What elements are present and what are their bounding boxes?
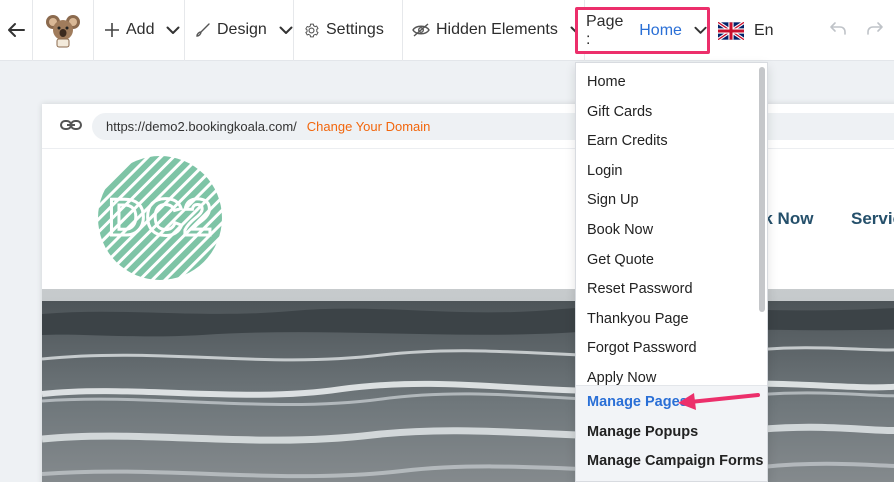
add-label: Add [126, 21, 155, 38]
nav-services[interactable]: Servic [851, 209, 894, 229]
language-selector[interactable]: En [718, 0, 774, 61]
page-option-gift-cards[interactable]: Gift Cards [587, 104, 652, 120]
site-url: https://demo2.bookingkoala.com/ [106, 119, 297, 134]
page-option-login[interactable]: Login [587, 163, 622, 179]
logo-text: DC2 [108, 189, 212, 247]
url-field: https://demo2.bookingkoala.com/ Change Y… [92, 113, 894, 140]
page-selector[interactable]: Page : Home [575, 7, 710, 54]
hidden-elements-label: Hidden Elements [436, 21, 558, 38]
page-option-home[interactable]: Home [587, 74, 626, 90]
plus-icon [105, 23, 119, 37]
page-option-earn-credits[interactable]: Earn Credits [587, 133, 668, 149]
page-option-apply-now[interactable]: Apply Now [587, 370, 656, 386]
page-selector-label: Page : [586, 12, 624, 48]
koala-logo[interactable] [33, 0, 94, 61]
brush-icon [196, 23, 210, 37]
add-menu[interactable]: Add [94, 0, 185, 61]
gear-icon [305, 23, 319, 37]
hidden-elements-menu[interactable]: Hidden Elements [403, 0, 585, 61]
page-option-reset-password[interactable]: Reset Password [587, 281, 693, 297]
page-option-book-now[interactable]: Book Now [587, 222, 653, 238]
pointer-arrow-icon [678, 393, 760, 410]
redo-icon[interactable] [866, 20, 884, 38]
arrow-left-icon [8, 23, 25, 37]
manage-campaign-forms-link[interactable]: Manage Campaign Forms [587, 453, 763, 469]
page-option-sign-up[interactable]: Sign Up [587, 192, 639, 208]
koala-logo-icon [46, 15, 80, 48]
eye-slash-icon [412, 23, 430, 37]
design-label: Design [217, 21, 267, 38]
chevron-down-icon [694, 26, 707, 34]
dc2-logo: DC2 [98, 156, 222, 280]
page-option-forgot-password[interactable]: Forgot Password [587, 340, 697, 356]
page-dropdown-menu: Home Gift Cards Earn Credits Login Sign … [575, 62, 768, 482]
settings-button[interactable]: Settings [294, 0, 403, 61]
change-domain-link[interactable]: Change Your Domain [307, 119, 431, 134]
manage-pages-link[interactable]: Manage Pages [587, 394, 688, 410]
page-option-thankyou[interactable]: Thankyou Page [587, 311, 689, 327]
chevron-down-icon [166, 26, 180, 34]
dropdown-scrollbar-thumb[interactable] [759, 67, 765, 312]
dropdown-scrollbar[interactable] [759, 67, 765, 377]
page-option-get-quote[interactable]: Get Quote [587, 252, 654, 268]
page-selector-value: Home [639, 21, 682, 39]
manage-popups-link[interactable]: Manage Popups [587, 424, 698, 440]
uk-flag-icon [718, 21, 744, 40]
link-icon [60, 120, 82, 130]
language-label: En [754, 21, 774, 39]
back-button[interactable] [0, 0, 33, 61]
settings-label: Settings [326, 21, 384, 38]
undo-icon[interactable] [829, 20, 847, 38]
chevron-down-icon [279, 26, 293, 34]
design-menu[interactable]: Design [185, 0, 294, 61]
